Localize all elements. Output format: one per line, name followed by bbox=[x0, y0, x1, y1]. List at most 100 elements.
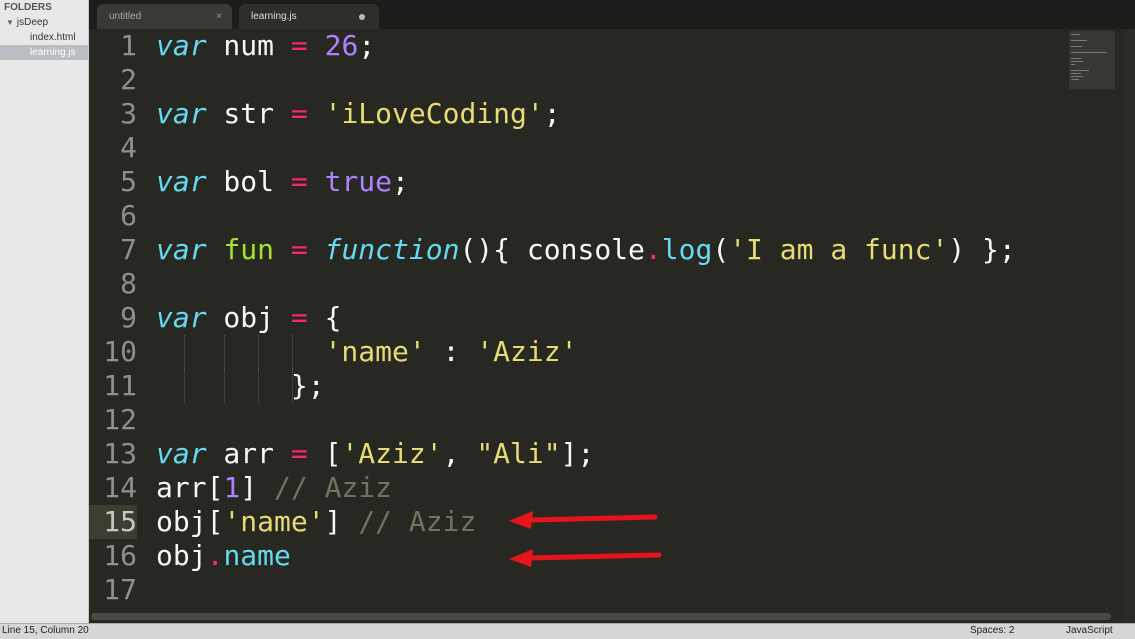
code-line[interactable]: 16 obj.name bbox=[89, 539, 291, 573]
line-number: 7 bbox=[120, 233, 137, 266]
code-line[interactable]: 12 bbox=[89, 403, 137, 437]
folder-jsdeep[interactable]: ▼ jsDeep bbox=[0, 15, 88, 30]
line-number: 15 bbox=[89, 505, 137, 539]
code-token: 'I am a func' bbox=[729, 233, 949, 266]
code-token: 'name' bbox=[324, 335, 426, 368]
disclosure-triangle-icon[interactable]: ▼ bbox=[6, 18, 14, 27]
line-number: 8 bbox=[120, 267, 137, 300]
indent-guide bbox=[258, 335, 260, 369]
code-line[interactable]: 7 var fun = function(){ console.log('I am… bbox=[89, 233, 1016, 267]
code-token: = bbox=[290, 165, 308, 198]
code-token: log bbox=[661, 233, 713, 266]
code-token: var bbox=[156, 301, 207, 334]
code-text: arr[1] // Aziz bbox=[156, 471, 392, 505]
code-token: [ bbox=[307, 437, 342, 470]
code-token: = bbox=[290, 301, 308, 334]
code-line[interactable]: 17 bbox=[89, 573, 137, 607]
indent-guide bbox=[184, 335, 186, 369]
line-number: 9 bbox=[120, 301, 137, 334]
code-text: var bol = true; bbox=[156, 165, 409, 199]
tab-label: learning.js bbox=[251, 11, 297, 22]
minimap-line bbox=[1071, 76, 1083, 77]
code-text: var str = 'iLoveCoding'; bbox=[156, 97, 561, 131]
minimap-line bbox=[1071, 34, 1080, 35]
code-token: }; bbox=[156, 369, 325, 402]
line-number: 2 bbox=[120, 63, 137, 96]
indentation-setting[interactable]: Spaces: 2 bbox=[970, 625, 1014, 636]
code-token: , bbox=[442, 437, 477, 470]
code-token: // Aziz bbox=[274, 471, 393, 504]
code-lines: 1 var num = 26; 2 3 var str = 'iLoveCoding';… bbox=[89, 29, 1016, 607]
code-token: obj bbox=[156, 539, 207, 572]
minimap-line bbox=[1071, 79, 1079, 80]
code-editor[interactable]: 1 var num = 26; 2 3 var str = 'iLoveCoding';… bbox=[89, 29, 1135, 623]
file-index-html[interactable]: index.html bbox=[0, 30, 88, 45]
code-token: var bbox=[156, 437, 207, 470]
file-learning-js[interactable]: learning.js bbox=[0, 45, 88, 60]
tab-untitled[interactable]: untitled × bbox=[97, 4, 232, 29]
code-line[interactable]: 8 bbox=[89, 267, 137, 301]
minimap-line bbox=[1071, 58, 1081, 59]
cursor-position: Line 15, Column 20 bbox=[2, 625, 89, 636]
code-token: arr bbox=[206, 437, 291, 470]
code-token: = bbox=[290, 233, 308, 266]
code-text: }; bbox=[156, 369, 325, 403]
minimap-line bbox=[1071, 64, 1075, 65]
minimap[interactable] bbox=[1069, 31, 1115, 89]
code-token: ( bbox=[712, 233, 730, 266]
code-token: bol bbox=[206, 165, 291, 198]
code-token: 'Aziz' bbox=[476, 335, 578, 368]
code-token: var bbox=[156, 165, 207, 198]
code-line[interactable]: 1 var num = 26; bbox=[89, 29, 375, 63]
minimap-line bbox=[1071, 46, 1082, 47]
code-text: var obj = { bbox=[156, 301, 341, 335]
code-line[interactable]: 10 'name' : 'Aziz' bbox=[89, 335, 577, 369]
indent-guide bbox=[258, 369, 260, 403]
code-text: var num = 26; bbox=[156, 29, 375, 63]
code-line[interactable]: 14 arr[1] // Aziz bbox=[89, 471, 392, 505]
close-icon[interactable]: × bbox=[216, 11, 222, 22]
vertical-scrollbar[interactable] bbox=[1123, 29, 1135, 623]
status-bar: Line 15, Column 20 Spaces: 2 JavaScript bbox=[0, 623, 1135, 639]
code-line[interactable]: 9 var obj = { bbox=[89, 301, 341, 335]
code-line[interactable]: 4 bbox=[89, 131, 137, 165]
code-token: arr[ bbox=[156, 471, 224, 504]
code-token: (){ console bbox=[459, 233, 645, 266]
indent-guide bbox=[184, 369, 186, 403]
code-token: str bbox=[206, 97, 291, 130]
minimap-line bbox=[1071, 70, 1089, 71]
code-token: // Aziz bbox=[358, 505, 477, 538]
indent-guide bbox=[224, 369, 226, 403]
code-line[interactable]: 2 bbox=[89, 63, 137, 97]
code-token: var bbox=[156, 29, 207, 62]
code-text: var fun = function(){ console.log('I am … bbox=[156, 233, 1016, 267]
line-number: 16 bbox=[103, 539, 137, 572]
code-token: ; bbox=[358, 29, 376, 62]
code-line[interactable]: 3 var str = 'iLoveCoding'; bbox=[89, 97, 560, 131]
scrollbar-thumb[interactable] bbox=[91, 613, 1111, 620]
line-number: 10 bbox=[103, 335, 137, 368]
code-token: ) }; bbox=[948, 233, 1016, 266]
line-number: 4 bbox=[120, 131, 137, 164]
line-number: 13 bbox=[103, 437, 137, 470]
minimap-line bbox=[1071, 52, 1107, 53]
red-arrow-annotation bbox=[509, 511, 658, 529]
tab-label: untitled bbox=[109, 11, 142, 22]
code-line[interactable]: 5 var bol = true; bbox=[89, 165, 409, 199]
code-token: . bbox=[206, 539, 224, 572]
line-number: 1 bbox=[120, 29, 137, 62]
code-line[interactable]: 11 }; bbox=[89, 369, 325, 403]
red-arrow-annotation bbox=[509, 549, 662, 567]
horizontal-scrollbar[interactable] bbox=[89, 611, 1123, 621]
code-token: obj[ bbox=[156, 505, 224, 538]
code-token: obj bbox=[206, 301, 291, 334]
code-line[interactable]: 15 obj['name'] // Aziz bbox=[89, 505, 476, 539]
syntax-selector[interactable]: JavaScript bbox=[1066, 625, 1113, 636]
unsaved-dot-icon[interactable] bbox=[359, 13, 365, 20]
code-token: = bbox=[290, 97, 308, 130]
code-line[interactable]: 6 bbox=[89, 199, 137, 233]
code-line[interactable]: 13 var arr = ['Aziz', "Ali"]; bbox=[89, 437, 594, 471]
tab-learning-js[interactable]: learning.js bbox=[239, 4, 379, 29]
